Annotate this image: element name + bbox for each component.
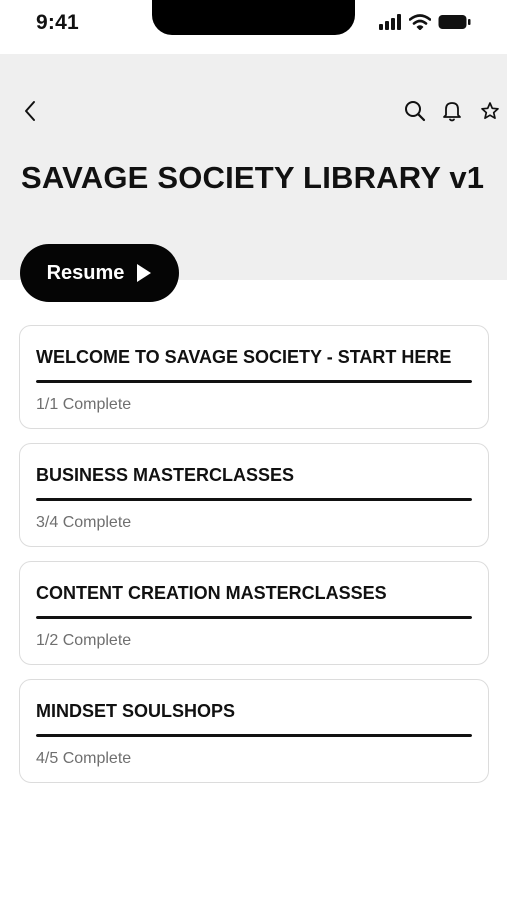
section-card[interactable]: BUSINESS MASTERCLASSES 3/4 Complete xyxy=(19,443,489,547)
resume-button[interactable]: Resume xyxy=(20,244,179,302)
section-status: 1/2 Complete xyxy=(36,632,132,649)
resume-label: Resume xyxy=(46,261,125,284)
section-card[interactable]: MINDSET SOULSHOPS 4/5 Complete xyxy=(19,679,489,783)
battery-icon xyxy=(438,15,471,29)
bell-icon xyxy=(443,102,461,122)
search-icon xyxy=(405,101,426,122)
star-icon xyxy=(481,102,499,120)
cellular-signal-icon xyxy=(379,14,401,30)
play-icon xyxy=(137,264,152,282)
search-button[interactable] xyxy=(403,99,427,123)
progress-fill xyxy=(36,734,472,737)
favorite-button[interactable] xyxy=(478,99,502,123)
section-card[interactable]: CONTENT CREATION MASTERCLASSES 1/2 Compl… xyxy=(19,561,489,665)
progress-fill xyxy=(36,498,472,501)
page-title: SAVAGE SOCIETY LIBRARY v1 xyxy=(21,160,485,195)
status-time: 9:41 xyxy=(36,11,79,34)
progress-bar xyxy=(36,380,472,383)
section-title: WELCOME TO SAVAGE SOCIETY - START HERE xyxy=(36,347,452,367)
section-card[interactable]: WELCOME TO SAVAGE SOCIETY - START HERE 1… xyxy=(19,325,489,429)
status-icons xyxy=(378,14,471,30)
section-status: 3/4 Complete xyxy=(36,514,132,531)
progress-bar xyxy=(36,498,472,501)
chevron-left-icon xyxy=(25,101,35,121)
status-bar: 9:41 xyxy=(0,0,507,54)
section-title: BUSINESS MASTERCLASSES xyxy=(36,465,295,485)
notifications-button[interactable] xyxy=(440,99,464,123)
progress-fill xyxy=(36,380,472,383)
device-notch xyxy=(152,0,355,35)
section-status: 1/1 Complete xyxy=(36,396,132,413)
progress-fill xyxy=(36,616,472,619)
section-status: 4/5 Complete xyxy=(36,750,132,767)
progress-bar xyxy=(36,616,472,619)
section-title: MINDSET SOULSHOPS xyxy=(36,701,236,721)
section-list: WELCOME TO SAVAGE SOCIETY - START HERE 1… xyxy=(19,325,489,797)
progress-bar xyxy=(36,734,472,737)
wifi-icon xyxy=(409,14,431,30)
back-button[interactable] xyxy=(18,99,42,123)
section-title: CONTENT CREATION MASTERCLASSES xyxy=(36,583,387,603)
